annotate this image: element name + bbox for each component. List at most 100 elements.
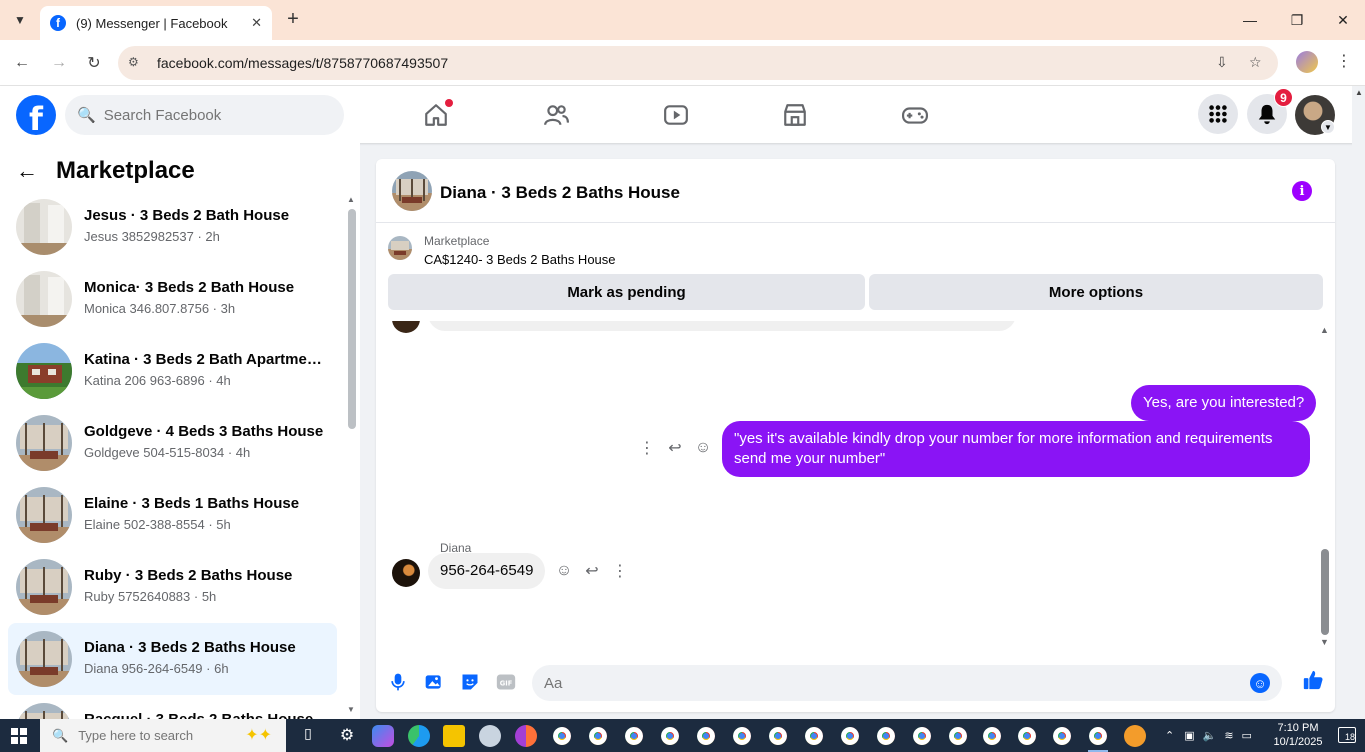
incoming-message[interactable]: 956-264-6549 (428, 553, 546, 589)
network-icon[interactable]: ≋ (1224, 729, 1233, 742)
restore-icon[interactable]: ❐ (1283, 8, 1311, 32)
facebook-search-input[interactable] (103, 106, 324, 124)
account-chevron-down-icon[interactable]: ▼ (1321, 120, 1335, 134)
system-clock[interactable]: 7:10 PM 10/1/2025 (1262, 721, 1334, 749)
tab-close-icon[interactable]: ✕ (251, 15, 262, 31)
listing-thumb[interactable] (388, 236, 412, 260)
chrome-icon[interactable] (803, 725, 825, 747)
facebook-search[interactable]: 🔍 (65, 95, 344, 135)
back-icon[interactable]: ← (10, 51, 34, 75)
chrome-icon[interactable] (623, 725, 645, 747)
chat-scroll-thumb[interactable] (1321, 549, 1329, 635)
microphone-icon[interactable] (387, 671, 409, 693)
scroll-up-icon[interactable]: ▲ (1320, 325, 1329, 335)
sender-avatar[interactable] (392, 559, 420, 587)
outgoing-message[interactable]: "yes it's available kindly drop your num… (722, 421, 1310, 477)
mark-as-pending-button[interactable]: Mark as pending (388, 274, 865, 310)
react-emoji-icon[interactable]: ☺ (555, 562, 573, 580)
home-nav-icon[interactable] (421, 99, 453, 130)
notifications-bell-icon[interactable]: 9 (1247, 88, 1293, 134)
notification-center-icon[interactable]: 18 (1338, 727, 1356, 743)
more-options-button[interactable]: More options (869, 274, 1323, 310)
scroll-up-icon[interactable]: ▲ (347, 195, 355, 204)
chrome-active-icon[interactable] (1087, 725, 1109, 747)
reply-icon[interactable]: ↩ (666, 439, 684, 457)
forward-icon[interactable]: → (47, 51, 71, 75)
info-icon[interactable]: i (1292, 181, 1312, 201)
menu-grid-icon[interactable] (1198, 94, 1238, 134)
copilot-icon[interactable] (372, 725, 394, 747)
battery-icon[interactable]: ▭ (1242, 729, 1252, 742)
chrome-icon[interactable] (731, 725, 753, 747)
new-tab-icon[interactable]: + (282, 8, 304, 30)
bookmark-star-icon[interactable]: ☆ (1249, 54, 1267, 72)
chrome-icon[interactable] (551, 725, 573, 747)
app-icon[interactable] (479, 725, 501, 747)
sidebar-conversation-item[interactable]: Racquel · 3 Beds 2 Baths House (8, 695, 337, 719)
gif-icon[interactable]: GIF (495, 671, 517, 693)
taskbar-search-input[interactable] (78, 728, 229, 743)
chrome-icon[interactable] (981, 725, 1003, 747)
sidebar-conversation-item[interactable]: Monica· 3 Beds 2 Bath House Monica 346.80… (8, 263, 337, 335)
sidebar-scrollbar[interactable]: ▲ ▼ (347, 195, 356, 715)
chrome-icon[interactable] (947, 725, 969, 747)
close-window-icon[interactable]: ✕ (1329, 8, 1357, 32)
omnibox[interactable]: ⚙ facebook.com/messages/t/87587706874935… (118, 46, 1278, 80)
edge-icon[interactable] (408, 725, 430, 747)
firefox-icon[interactable] (515, 725, 537, 747)
tab-search-icon[interactable]: ▼ (8, 8, 32, 32)
sidebar-conversation-item[interactable]: Katina · 3 Beds 2 Bath Apartmen... Katina… (8, 335, 337, 407)
friends-nav-icon[interactable] (541, 100, 571, 130)
taskbar-search[interactable]: 🔍 ✦✦ (40, 719, 286, 752)
chrome-icon[interactable] (587, 725, 609, 747)
chrome-icon[interactable] (839, 725, 861, 747)
chrome-icon[interactable] (1016, 725, 1038, 747)
sticker-icon[interactable] (459, 671, 481, 693)
gaming-nav-icon[interactable] (900, 100, 930, 130)
chat-scrollbar[interactable]: ▲ ▼ (1320, 325, 1330, 647)
previous-message-bubble[interactable] (428, 321, 1016, 331)
weather-icon[interactable] (1124, 725, 1146, 747)
install-app-icon[interactable]: ⇩ (1216, 54, 1234, 72)
browser-profile-icon[interactable] (1296, 51, 1318, 73)
volume-icon[interactable]: 🔈 (1203, 729, 1217, 742)
browser-menu-icon[interactable]: ⋮ (1336, 51, 1352, 75)
listing-price-title[interactable]: CA$1240- 3 Beds 2 Baths House (424, 252, 616, 267)
react-emoji-icon[interactable]: ☺ (694, 439, 712, 457)
sidebar-conversation-item[interactable]: Jesus · 3 Beds 2 Bath House Jesus 3852982… (8, 191, 337, 263)
more-actions-icon[interactable]: ⋮ (611, 562, 629, 580)
minimize-icon[interactable]: — (1236, 8, 1264, 32)
scroll-up-icon[interactable]: ▲ (1355, 88, 1363, 97)
more-actions-icon[interactable]: ⋮ (638, 439, 656, 457)
sidebar-conversation-item[interactable]: Ruby · 3 Beds 2 Baths House Ruby 57526408… (8, 551, 337, 623)
chrome-icon[interactable] (767, 725, 789, 747)
photo-icon[interactable] (423, 671, 445, 693)
tray-app-icon[interactable]: ▣ (1184, 729, 1194, 742)
chat-listing-avatar[interactable] (392, 171, 432, 211)
tray-chevron-up-icon[interactable]: ⌃ (1165, 729, 1174, 742)
reload-icon[interactable]: ↻ (82, 51, 106, 75)
marketplace-nav-icon[interactable] (780, 100, 810, 130)
message-input-box[interactable]: ☺ (532, 665, 1282, 701)
chat-title[interactable]: Diana · 3 Beds 2 Baths House (440, 183, 680, 203)
chrome-icon[interactable] (659, 725, 681, 747)
sidebar-conversation-item[interactable]: Goldgeve · 4 Beds 3 Baths House Goldgeve … (8, 407, 337, 479)
facebook-logo-icon[interactable]: f (16, 95, 56, 135)
settings-gear-icon[interactable]: ⚙ (336, 725, 358, 747)
task-view-icon[interactable]: ▯ (297, 725, 319, 747)
sidebar-conversation-item[interactable]: Elaine · 3 Beds 1 Baths House Elaine 502-… (8, 479, 337, 551)
windows-start-icon[interactable] (11, 728, 27, 744)
sidebar-scroll-thumb[interactable] (348, 209, 356, 429)
chrome-icon[interactable] (1051, 725, 1073, 747)
emoji-icon[interactable]: ☺ (1250, 673, 1270, 693)
site-settings-icon[interactable]: ⚙ (128, 55, 144, 71)
page-scrollbar[interactable]: ▲ (1352, 86, 1365, 719)
outgoing-message[interactable]: Yes, are you interested? (1131, 385, 1317, 421)
file-explorer-icon[interactable] (443, 725, 465, 747)
browser-tab[interactable]: f (9) Messenger | Facebook ✕ (40, 6, 272, 40)
video-nav-icon[interactable] (661, 100, 691, 130)
scroll-down-icon[interactable]: ▼ (1320, 637, 1329, 647)
url-text[interactable]: facebook.com/messages/t/8758770687493507 (157, 55, 448, 71)
back-arrow-icon[interactable]: ← (16, 158, 38, 184)
thumbs-up-icon[interactable] (1302, 669, 1324, 691)
